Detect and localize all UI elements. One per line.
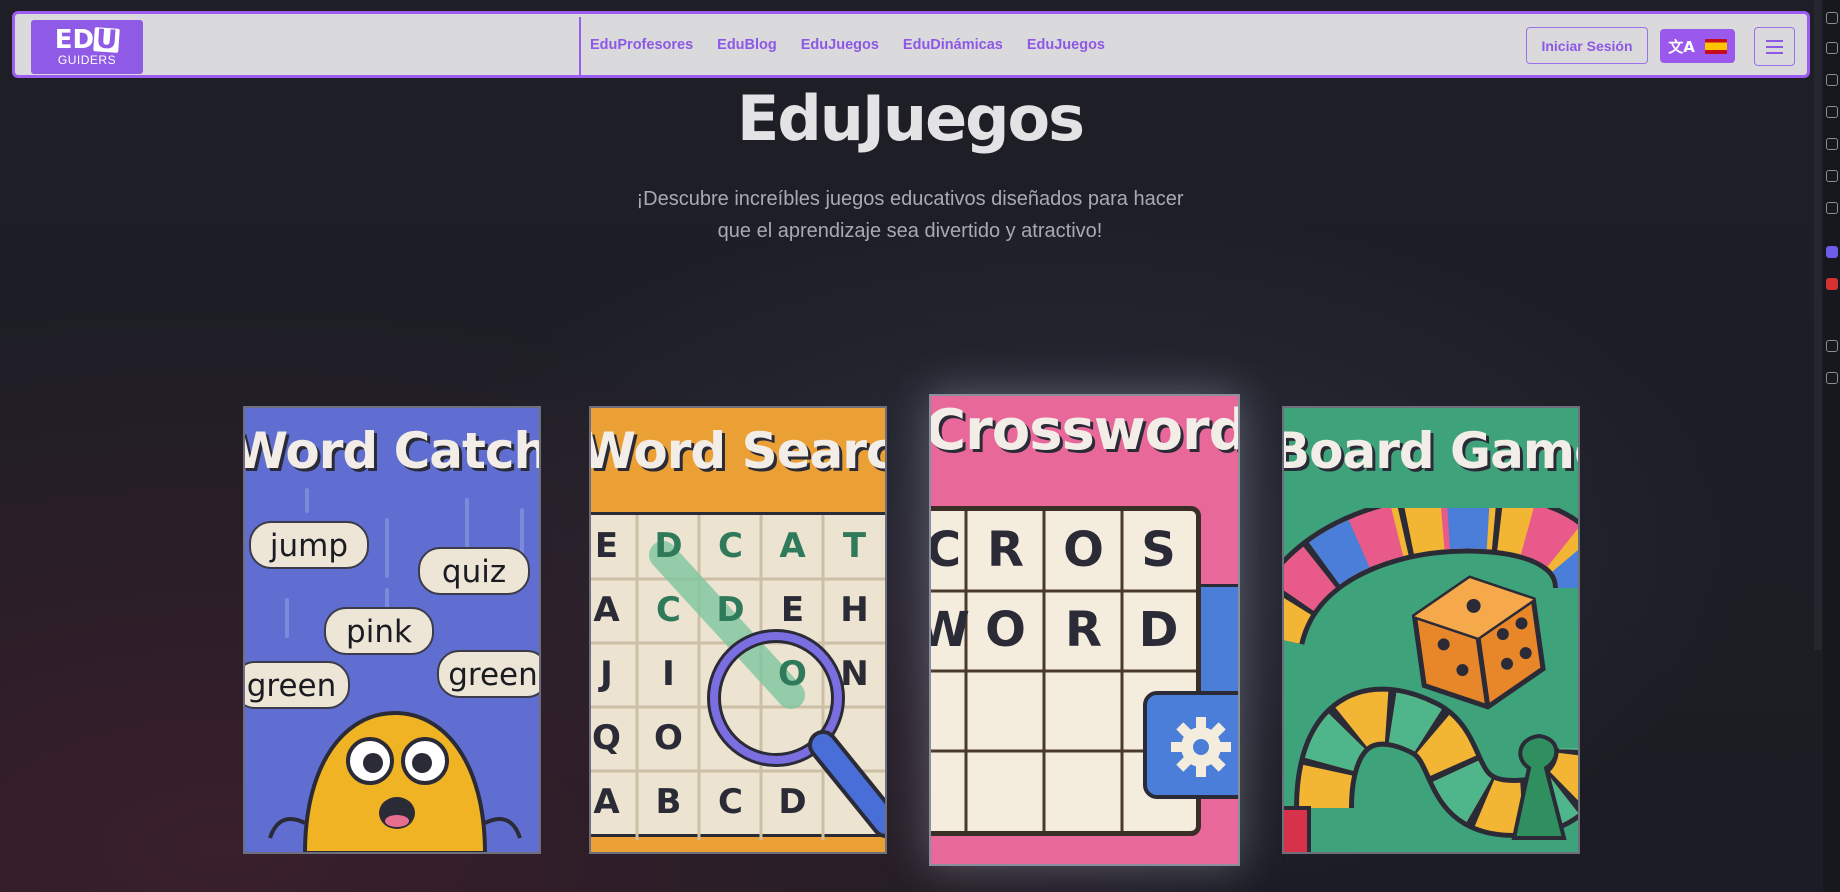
grid-letter: W [931, 603, 971, 658]
word-pill: green [437, 650, 539, 698]
hamburger-menu-icon [1766, 51, 1783, 54]
settings-tile [1143, 691, 1238, 799]
nav-link-eduprofesores[interactable]: EduProfesores [590, 37, 693, 53]
logo-text: EDU [54, 24, 121, 56]
grid-letter: R [987, 522, 1024, 578]
browser-side-rail [1823, 0, 1840, 892]
word-pill: jump [249, 521, 369, 569]
subtitle-line: que el aprendizaje sea divertido y atrac… [717, 220, 1103, 242]
game-card-title: Word Search [589, 422, 885, 480]
logo-subtext: GUIDERS [57, 53, 117, 67]
grid-letter: D [1138, 602, 1179, 658]
grid-letter: E [594, 526, 619, 566]
page-title: EduJuegos [736, 82, 1085, 155]
game-card-board-game[interactable]: Board Game [1282, 406, 1580, 854]
grid-letter: C [656, 590, 681, 630]
game-card-word-catcher[interactable]: Word Catcher jump quiz pink green green [243, 406, 541, 854]
game-card-crossword[interactable]: Crossword C R O S W O R D [929, 394, 1240, 866]
subtitle-line: ¡Descubre increíbles juegos educativos d… [636, 188, 1184, 210]
yellow-creature-icon [268, 710, 522, 852]
gear-icon [1171, 717, 1231, 777]
game-card-title: Crossword [929, 398, 1240, 463]
nav-divider [579, 17, 581, 75]
hamburger-menu-icon [1766, 45, 1783, 48]
rail-icon[interactable] [1826, 278, 1838, 290]
grid-letter: T [842, 526, 867, 566]
grid-letter: O [1063, 522, 1104, 578]
grid-letter: C [929, 522, 962, 578]
site-logo[interactable]: EDU GUIDERS [31, 20, 143, 74]
grid-letter: Q [592, 718, 621, 758]
word-pill: quiz [418, 547, 530, 595]
rail-icon[interactable] [1826, 372, 1838, 384]
nav-link-edujuegos[interactable]: EduJuegos [801, 37, 879, 53]
hamburger-menu-button[interactable] [1754, 27, 1795, 66]
nav-links: EduProfesores EduBlog EduJuegos EduDinám… [590, 14, 1105, 75]
letter-grid: E D C A T A C D E H J I O N Q O A B C D [591, 512, 885, 840]
grid-letter: I [662, 654, 675, 694]
grid-letter: O [654, 718, 683, 758]
rail-icon[interactable] [1826, 202, 1838, 214]
magnifying-glass-icon [707, 629, 885, 838]
grid-letter: S [1141, 522, 1176, 578]
rail-icon[interactable] [1826, 106, 1838, 118]
grid-letter: A [593, 782, 620, 822]
grid-letter: D [654, 526, 683, 566]
spain-flag-icon [1704, 38, 1727, 54]
game-card-word-search[interactable]: Word Search E D C A T A C D E H J I O N … [589, 406, 887, 854]
page-subtitle: ¡Descubre increíbles juegos educativos d… [610, 183, 1210, 247]
nav-link-edublog[interactable]: EduBlog [717, 37, 777, 53]
word-pill: green [245, 661, 350, 709]
rail-icon[interactable] [1826, 42, 1838, 54]
grid-letter: R [1065, 602, 1102, 658]
word-pill: pink [324, 607, 434, 655]
top-navbar: EDU GUIDERS EduProfesores EduBlog EduJue… [12, 11, 1810, 78]
rail-icon[interactable] [1826, 340, 1838, 352]
grid-letter: A [593, 590, 620, 630]
rain-line [385, 518, 389, 578]
translate-icon: 文A [1668, 37, 1695, 56]
rail-icon[interactable] [1826, 246, 1838, 258]
grid-letter: A [779, 526, 806, 566]
game-card-title: Board Game [1282, 422, 1578, 480]
game-card-title: Word Catcher [243, 422, 539, 480]
rail-icon[interactable] [1826, 138, 1838, 150]
grid-letter: O [985, 602, 1026, 658]
grid-letter: C [718, 526, 743, 566]
rail-icon[interactable] [1826, 170, 1838, 182]
nav-link-edudinamicas[interactable]: EduDinámicas [903, 37, 1003, 53]
hamburger-menu-icon [1766, 39, 1783, 42]
grid-letter: B [655, 782, 682, 822]
login-button[interactable]: Iniciar Sesión [1526, 27, 1648, 64]
grid-letter: J [600, 654, 613, 694]
language-button[interactable]: 文A [1660, 29, 1735, 63]
rain-line [305, 488, 309, 513]
rain-line [285, 598, 289, 638]
board-path-icon [1284, 508, 1578, 852]
nav-link-edujuegos-2[interactable]: EduJuegos [1027, 37, 1105, 53]
rail-icon[interactable] [1826, 74, 1838, 86]
rail-icon[interactable] [1826, 12, 1838, 24]
